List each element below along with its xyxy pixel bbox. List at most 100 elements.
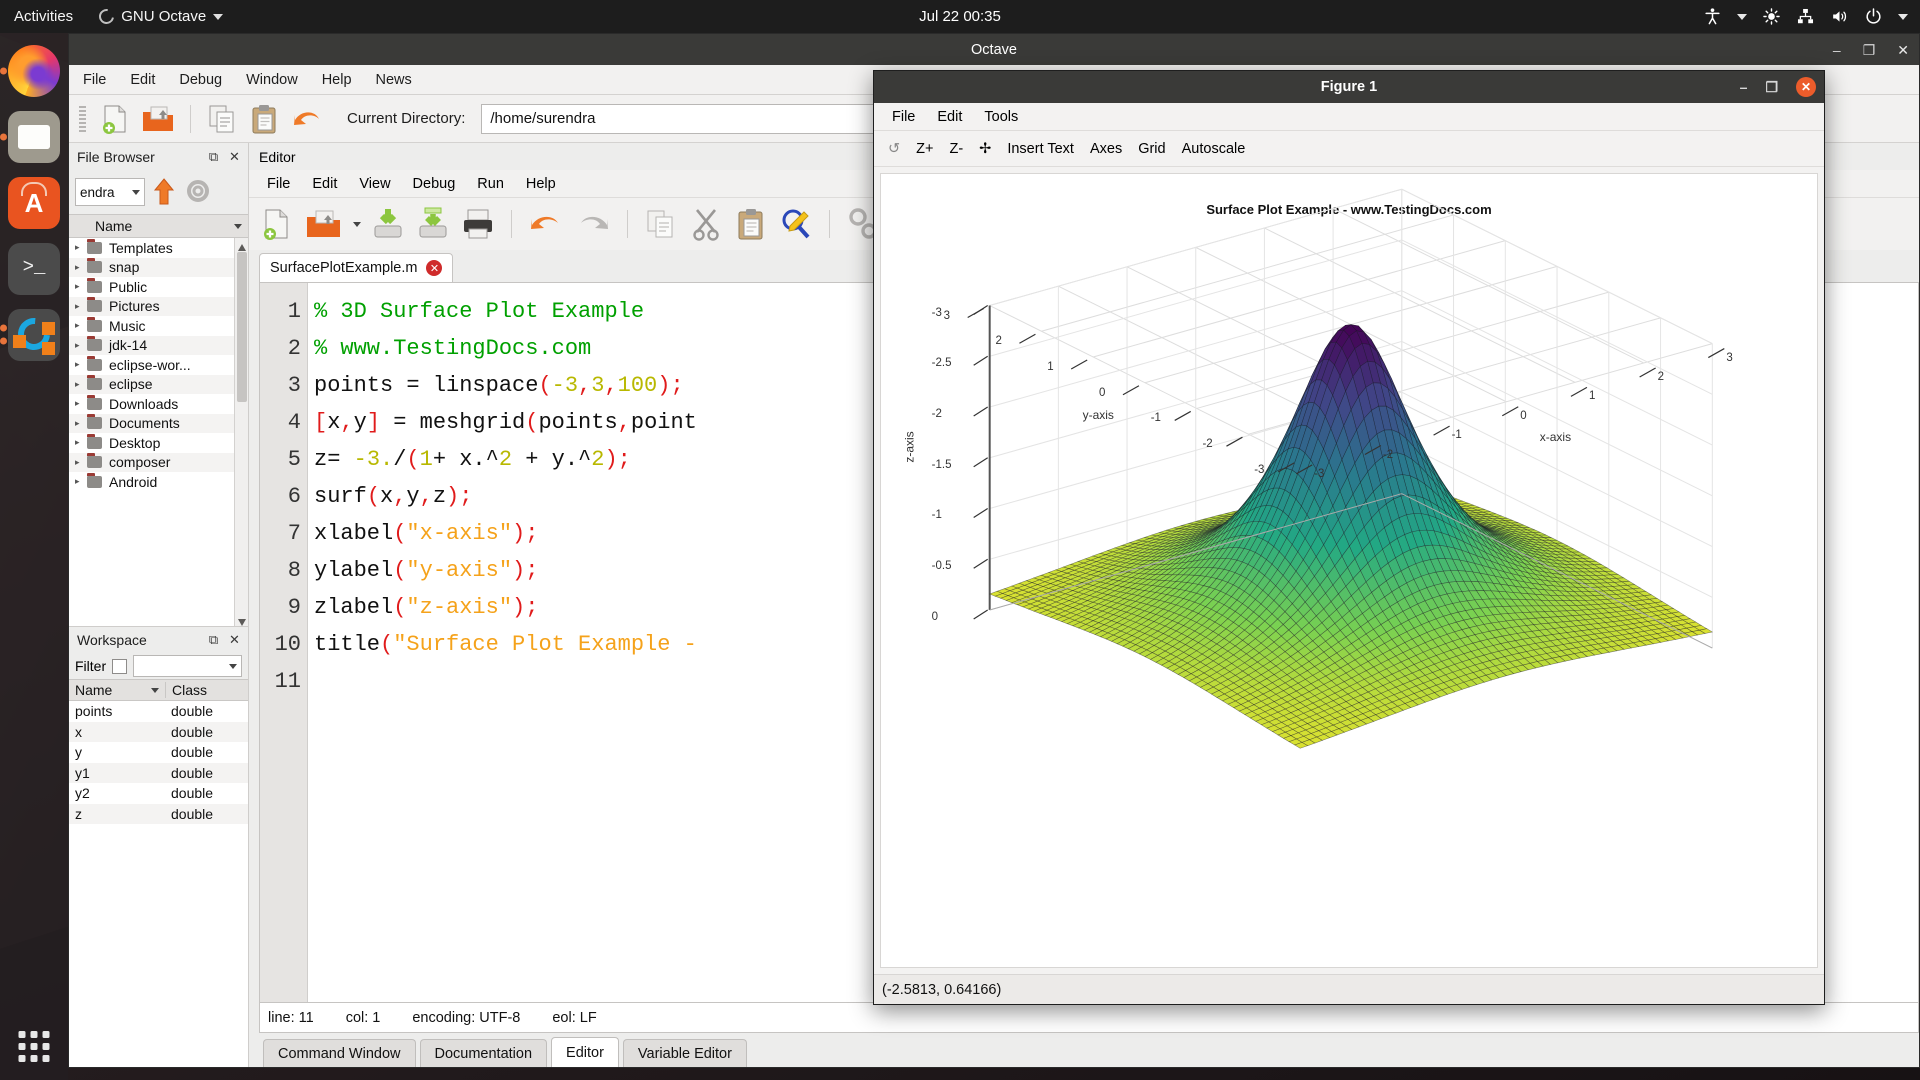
chevron-down-icon[interactable] [353,221,361,227]
open-file-icon[interactable] [140,102,176,136]
file-list-item[interactable]: ▸ jdk-14 [69,335,248,355]
open-file-icon[interactable] [304,206,344,242]
arrow-up-icon[interactable] [151,177,177,207]
save-as-icon[interactable] [415,206,451,242]
network-icon[interactable] [1796,7,1815,26]
editor-menu-debug[interactable]: Debug [413,176,456,192]
chevron-down-icon[interactable] [1737,13,1747,20]
copy-icon[interactable] [205,102,239,136]
workspace-column-header[interactable]: Name Class [69,679,248,701]
workspace-row[interactable]: x double [69,721,248,742]
scroll-thumb[interactable] [237,252,247,402]
figure-menu-tools[interactable]: Tools [984,109,1018,125]
dock-item-files[interactable] [0,111,60,163]
toolbar-grip[interactable] [79,105,86,132]
dock-item-terminal[interactable]: >_ [8,243,60,295]
close-icon[interactable]: ✕ [227,632,242,648]
editor-menu-file[interactable]: File [267,176,290,192]
undock-icon[interactable]: ⧉ [206,149,221,164]
file-browser-list[interactable]: ▸ Templates ▸ snap ▸ Public ▸ Pictures ▸ Music ▸ jd… [69,238,248,626]
workspace-row[interactable]: y1 double [69,762,248,783]
menu-file[interactable]: File [83,72,106,88]
expand-arrow-icon[interactable]: ▸ [75,340,87,351]
show-applications-button[interactable] [18,1031,50,1062]
file-list-item[interactable]: ▸ composer [69,452,248,472]
clock[interactable]: Jul 22 00:35 [0,8,1920,25]
menu-window[interactable]: Window [246,72,298,88]
workspace-row[interactable]: y double [69,742,248,763]
zoom-in-button[interactable]: Z+ [916,141,933,157]
file-list-item[interactable]: ▸ eclipse-wor... [69,355,248,375]
grid-button[interactable]: Grid [1138,141,1165,157]
undo-icon[interactable] [289,102,325,136]
editor-menu-run[interactable]: Run [477,176,504,192]
file-list-item[interactable]: ▸ Downloads [69,394,248,414]
file-list-item[interactable]: ▸ Public [69,277,248,297]
tab-variable-editor[interactable]: Variable Editor [622,1039,747,1067]
dock-item-ubuntu-software[interactable]: A [8,177,60,229]
menu-news[interactable]: News [376,72,412,88]
axes-button[interactable]: Axes [1090,141,1122,157]
dock-item-firefox[interactable] [0,45,60,97]
activities-button[interactable]: Activities [14,8,73,25]
rotate-icon[interactable]: ↺ [888,141,900,157]
expand-arrow-icon[interactable]: ▸ [75,418,87,429]
workspace-row[interactable]: y2 double [69,783,248,804]
system-tray[interactable] [1703,0,1908,33]
filter-checkbox[interactable] [112,658,128,674]
tab-editor[interactable]: Editor [551,1037,619,1067]
workspace-row[interactable]: z double [69,803,248,824]
scroll-down-icon[interactable] [237,614,247,626]
expand-arrow-icon[interactable]: ▸ [75,437,87,448]
brightness-icon[interactable] [1762,7,1781,26]
maximize-button[interactable]: ❐ [1863,43,1876,57]
print-icon[interactable] [460,206,496,242]
expand-arrow-icon[interactable]: ▸ [75,320,87,331]
gear-icon[interactable] [183,177,213,207]
file-list-scrollbar[interactable] [234,238,248,626]
minimize-button[interactable]: – [1833,43,1841,57]
expand-arrow-icon[interactable]: ▸ [75,262,87,273]
zoom-out-button[interactable]: Z- [949,141,963,157]
menu-edit[interactable]: Edit [130,72,155,88]
figure-menu-edit[interactable]: Edit [937,109,962,125]
expand-arrow-icon[interactable]: ▸ [75,457,87,468]
paste-icon[interactable] [247,102,281,136]
menu-debug[interactable]: Debug [179,72,222,88]
save-icon[interactable] [370,206,406,242]
file-list-item[interactable]: ▸ Desktop [69,433,248,453]
expand-arrow-icon[interactable]: ▸ [75,301,87,312]
file-list-item[interactable]: ▸ Documents [69,413,248,433]
file-list-item[interactable]: ▸ eclipse [69,374,248,394]
figure-menu-file[interactable]: File [892,109,915,125]
dock-item-gnu-octave[interactable] [0,309,60,361]
scroll-up-icon[interactable] [237,240,247,251]
chevron-down-icon[interactable] [1898,13,1908,20]
file-list-item[interactable]: ▸ Pictures [69,296,248,316]
accessibility-icon[interactable] [1703,7,1722,26]
expand-arrow-icon[interactable]: ▸ [75,398,87,409]
close-icon[interactable]: ✕ [426,260,443,276]
file-list-item[interactable]: ▸ snap [69,257,248,277]
undock-icon[interactable]: ⧉ [206,632,221,648]
file-list-item[interactable]: ▸ Music [69,316,248,336]
path-combo[interactable]: endra [75,178,145,206]
paste-icon[interactable] [733,206,769,242]
close-button[interactable]: ✕ [1796,77,1816,97]
minimize-button[interactable]: – [1740,80,1748,94]
menu-help[interactable]: Help [322,72,352,88]
file-browser-column-header[interactable]: Name [69,214,248,238]
insert-text-button[interactable]: Insert Text [1007,141,1074,157]
editor-tab-surfaceplotexample[interactable]: SurfacePlotExample.m ✕ [259,253,454,282]
editor-menu-edit[interactable]: Edit [312,176,337,192]
pan-icon[interactable]: ✢ [979,141,991,157]
editor-menu-view[interactable]: View [359,176,390,192]
expand-arrow-icon[interactable]: ▸ [75,281,87,292]
new-script-icon[interactable] [98,102,132,136]
plot-canvas[interactable]: Surface Plot Example - www.TestingDocs.c… [880,173,1818,968]
expand-arrow-icon[interactable]: ▸ [75,242,87,253]
tab-command-window[interactable]: Command Window [263,1039,416,1067]
tab-documentation[interactable]: Documentation [419,1039,548,1067]
new-script-icon[interactable] [259,206,295,242]
volume-icon[interactable] [1830,7,1849,26]
